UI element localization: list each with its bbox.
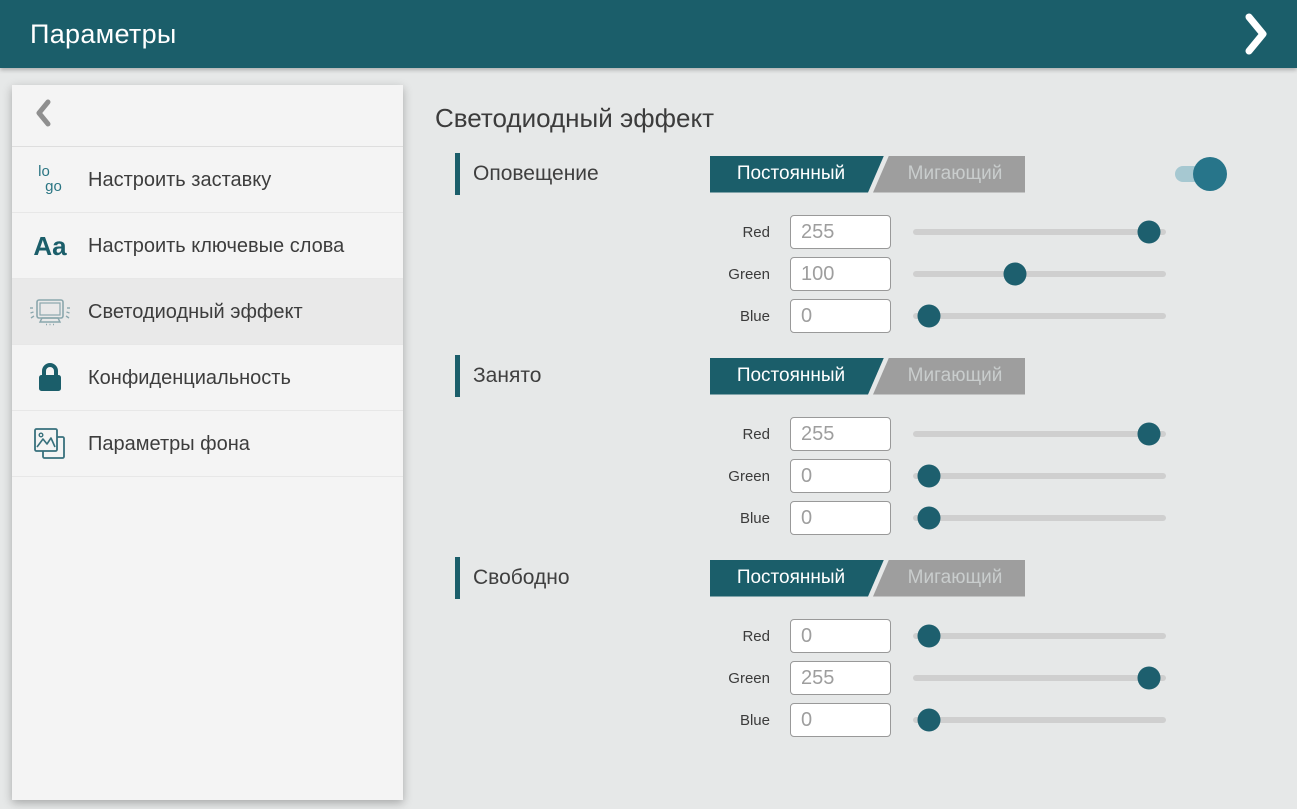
blue-row: Blue <box>700 501 1297 535</box>
red-slider[interactable] <box>913 417 1166 451</box>
green-value-input[interactable] <box>790 661 891 695</box>
sidebar-item-label: Настроить ключевые слова <box>88 233 344 259</box>
green-value-input[interactable] <box>790 257 891 291</box>
logo-icon-line2: go <box>38 180 62 194</box>
blue-value-input[interactable] <box>790 703 891 737</box>
green-label: Green <box>700 266 790 283</box>
sidebar-item-label: Светодиодный эффект <box>88 299 303 325</box>
section-free: Свободно Постоянный Мигающий Red Green <box>435 557 1297 737</box>
blue-row: Blue <box>700 703 1297 737</box>
red-slider[interactable] <box>913 215 1166 249</box>
sidebar-back-button[interactable] <box>12 85 403 147</box>
settings-sidebar: lo go Настроить заставку Aa Настроить кл… <box>12 85 403 800</box>
green-label: Green <box>700 670 790 687</box>
mode-segmented-control: Постоянный Мигающий <box>710 560 1025 597</box>
sidebar-item-led-effect[interactable]: Светодиодный эффект <box>12 279 403 345</box>
slider-thumb[interactable] <box>1138 221 1161 244</box>
notification-toggle-switch[interactable] <box>1175 157 1227 191</box>
panel-title: Светодиодный эффект <box>435 103 1297 134</box>
sidebar-item-splash-screen[interactable]: lo go Настроить заставку <box>12 147 403 213</box>
blue-row: Blue <box>700 299 1297 333</box>
blue-value-input[interactable] <box>790 299 891 333</box>
red-label: Red <box>700 224 790 241</box>
slider-thumb[interactable] <box>918 625 941 648</box>
green-row: Green <box>700 257 1297 291</box>
page-title: Параметры <box>30 19 177 50</box>
red-row: Red <box>700 619 1297 653</box>
slider-thumb[interactable] <box>918 305 941 328</box>
mode-segmented-control: Постоянный Мигающий <box>710 358 1025 395</box>
sidebar-item-label: Настроить заставку <box>88 167 271 193</box>
toggle-knob <box>1193 157 1227 191</box>
mode-solid-button[interactable]: Постоянный <box>710 560 884 597</box>
green-slider[interactable] <box>913 257 1166 291</box>
blue-label: Blue <box>700 510 790 527</box>
slider-thumb[interactable] <box>1138 667 1161 690</box>
app-header: Параметры <box>0 0 1297 68</box>
red-value-input[interactable] <box>790 215 891 249</box>
mode-blinking-button[interactable]: Мигающий <box>873 560 1025 597</box>
sidebar-item-label: Конфиденциальность <box>88 365 291 391</box>
red-value-input[interactable] <box>790 417 891 451</box>
mode-solid-button[interactable]: Постоянный <box>710 156 884 193</box>
blue-value-input[interactable] <box>790 501 891 535</box>
sidebar-item-background[interactable]: Параметры фона <box>12 411 403 477</box>
slider-thumb[interactable] <box>1138 423 1161 446</box>
section-label: Оповещение <box>473 162 710 186</box>
led-effect-panel: Светодиодный эффект Оповещение Постоянны… <box>435 68 1297 809</box>
section-accent-bar <box>455 153 460 195</box>
section-label: Занято <box>473 364 710 388</box>
led-screen-icon <box>12 296 88 328</box>
green-value-input[interactable] <box>790 459 891 493</box>
red-slider[interactable] <box>913 619 1166 653</box>
chevron-right-icon[interactable] <box>1239 9 1273 59</box>
logo-icon: lo go <box>12 165 88 194</box>
text-aa-icon: Aa <box>12 233 88 259</box>
red-row: Red <box>700 215 1297 249</box>
background-images-icon <box>12 427 88 461</box>
slider-thumb[interactable] <box>918 507 941 530</box>
red-label: Red <box>700 426 790 443</box>
mode-blinking-button[interactable]: Мигающий <box>873 156 1025 193</box>
red-row: Red <box>700 417 1297 451</box>
green-label: Green <box>700 468 790 485</box>
lock-icon <box>12 362 88 394</box>
section-accent-bar <box>455 355 460 397</box>
chevron-left-icon <box>34 97 52 134</box>
blue-label: Blue <box>700 308 790 325</box>
green-row: Green <box>700 459 1297 493</box>
slider-thumb[interactable] <box>918 465 941 488</box>
blue-slider[interactable] <box>913 501 1166 535</box>
green-slider[interactable] <box>913 661 1166 695</box>
mode-blinking-button[interactable]: Мигающий <box>873 358 1025 395</box>
slider-thumb[interactable] <box>918 709 941 732</box>
red-value-input[interactable] <box>790 619 891 653</box>
green-row: Green <box>700 661 1297 695</box>
red-label: Red <box>700 628 790 645</box>
blue-slider[interactable] <box>913 299 1166 333</box>
section-notification: Оповещение Постоянный Мигающий Red Green <box>435 153 1297 333</box>
sidebar-item-label: Параметры фона <box>88 431 250 457</box>
section-accent-bar <box>455 557 460 599</box>
section-busy: Занято Постоянный Мигающий Red Green <box>435 355 1297 535</box>
section-label: Свободно <box>473 566 710 590</box>
sidebar-item-privacy[interactable]: Конфиденциальность <box>12 345 403 411</box>
mode-segmented-control: Постоянный Мигающий <box>710 156 1025 193</box>
sidebar-item-keywords[interactable]: Aa Настроить ключевые слова <box>12 213 403 279</box>
blue-label: Blue <box>700 712 790 729</box>
blue-slider[interactable] <box>913 703 1166 737</box>
green-slider[interactable] <box>913 459 1166 493</box>
slider-thumb[interactable] <box>1004 263 1027 286</box>
mode-solid-button[interactable]: Постоянный <box>710 358 884 395</box>
